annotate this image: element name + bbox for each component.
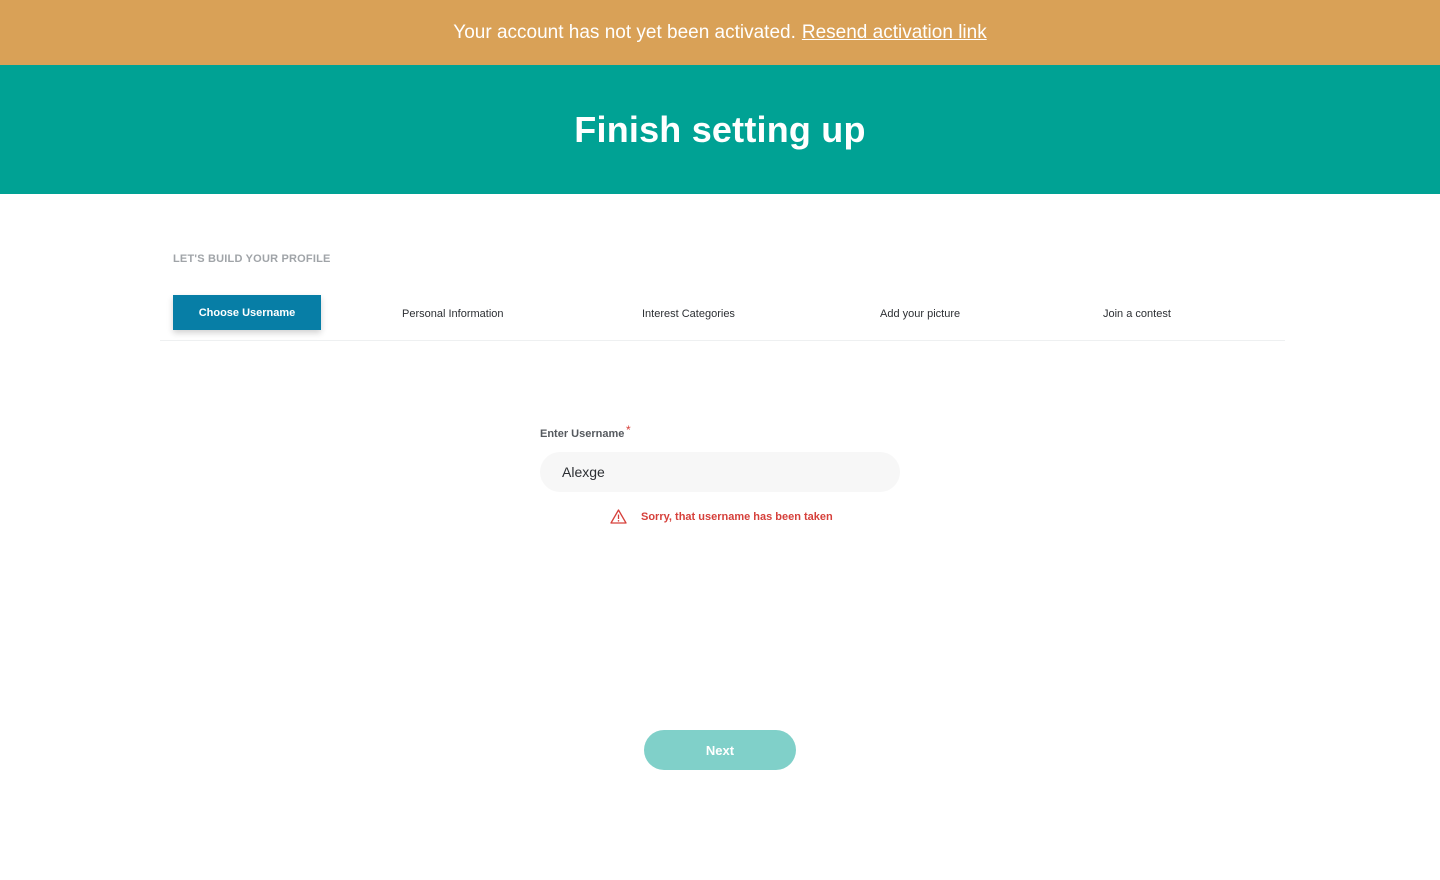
section-label: LET'S BUILD YOUR PROFILE xyxy=(173,253,331,265)
username-error: Sorry, that username has been taken xyxy=(610,509,833,524)
step-interest-categories[interactable]: Interest Categories xyxy=(642,308,735,320)
error-message: Sorry, that username has been taken xyxy=(641,510,833,523)
required-marker: * xyxy=(626,423,631,437)
profile-steps: Choose Username Personal Information Int… xyxy=(160,288,1285,341)
page-title: Finish setting up xyxy=(574,108,866,150)
username-input[interactable] xyxy=(540,452,900,492)
activation-banner: Your account has not yet been activated.… xyxy=(0,0,1440,65)
step-choose-username[interactable]: Choose Username xyxy=(173,295,321,330)
page-header: Finish setting up xyxy=(0,65,1440,194)
step-join-contest[interactable]: Join a contest xyxy=(1103,308,1171,320)
activation-message: Your account has not yet been activated. xyxy=(453,21,796,43)
warning-triangle-icon xyxy=(610,509,627,524)
resend-activation-link[interactable]: Resend activation link xyxy=(802,22,987,44)
next-button[interactable]: Next xyxy=(644,730,796,770)
step-add-picture[interactable]: Add your picture xyxy=(880,308,960,320)
step-personal-information[interactable]: Personal Information xyxy=(402,308,504,320)
username-label: Enter Username xyxy=(540,428,625,440)
